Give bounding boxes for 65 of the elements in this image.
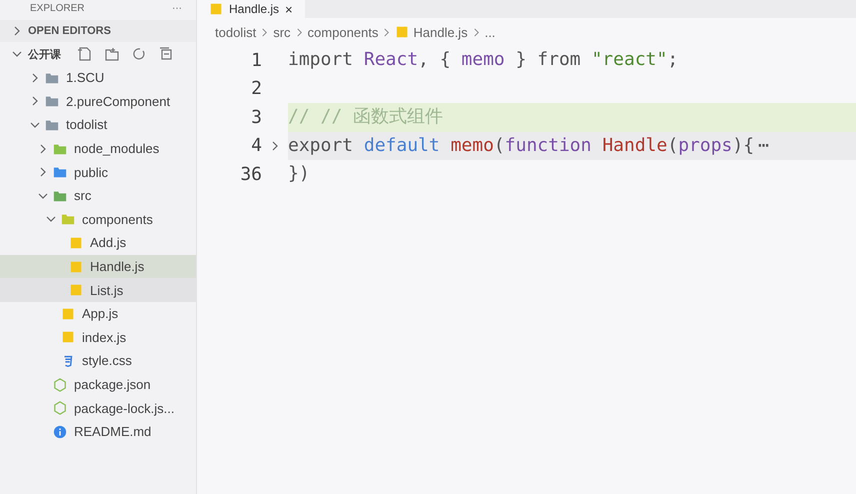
chevron-icon bbox=[38, 144, 48, 154]
new-file-icon[interactable] bbox=[77, 46, 93, 62]
chevron-icon bbox=[382, 28, 392, 36]
collapse-all-icon[interactable] bbox=[158, 46, 174, 62]
tree-item[interactable]: package-lock.js... bbox=[0, 396, 196, 420]
code-line: 36 }) bbox=[239, 162, 311, 187]
folder-icon bbox=[61, 212, 75, 226]
chevron-icon bbox=[38, 190, 48, 201]
tree-item[interactable]: README.md bbox=[0, 420, 196, 444]
chevron-icon bbox=[294, 28, 304, 36]
code-line: 2 bbox=[250, 77, 263, 102]
tree-item[interactable]: public bbox=[0, 160, 196, 184]
javascript-file-icon bbox=[209, 2, 223, 16]
fold-chevron-icon[interactable] bbox=[270, 140, 280, 151]
tree-item[interactable]: Add.js bbox=[0, 231, 196, 255]
hexagon-file-icon bbox=[53, 378, 67, 392]
folder-icon bbox=[45, 118, 59, 132]
tree-item[interactable]: 2.pureComponent bbox=[0, 90, 196, 114]
chevron-icon bbox=[46, 214, 56, 224]
tree-item[interactable]: App.js bbox=[0, 302, 196, 326]
folder-icon bbox=[45, 94, 59, 108]
tree-item[interactable]: List.js bbox=[0, 278, 196, 302]
javascript-file-icon bbox=[395, 25, 410, 39]
tree-item[interactable]: node_modules bbox=[0, 136, 196, 160]
tree-item[interactable]: index.js bbox=[0, 326, 196, 350]
breadcrumb-item[interactable]: src bbox=[273, 24, 291, 40]
javascript-file-icon bbox=[61, 330, 75, 344]
breadcrumb-item[interactable]: Handle.js bbox=[413, 24, 468, 40]
tree-item[interactable]: src bbox=[0, 184, 196, 208]
javascript-file-icon bbox=[69, 260, 83, 274]
refresh-icon[interactable] bbox=[131, 46, 147, 62]
explorer-title: EXPLORER bbox=[30, 2, 84, 14]
close-icon[interactable]: × bbox=[285, 2, 293, 16]
chevron-icon bbox=[30, 72, 40, 83]
breadcrumb-item[interactable]: ... bbox=[484, 24, 496, 40]
more-actions-icon[interactable]: ··· bbox=[172, 2, 182, 14]
tree-item[interactable]: 1.SCU bbox=[0, 66, 196, 90]
new-folder-icon[interactable] bbox=[104, 46, 120, 62]
editor-tab[interactable]: Handle.js × bbox=[197, 0, 305, 18]
folder-icon bbox=[53, 142, 67, 156]
breadcrumb-item[interactable]: todolist bbox=[215, 24, 256, 40]
hexagon-file-icon bbox=[53, 401, 67, 416]
code-line: 1 import React, { memo } from "react"; bbox=[250, 48, 680, 73]
tree-item[interactable]: style.css bbox=[0, 349, 196, 373]
folder-icon bbox=[45, 70, 59, 85]
section-header[interactable]: OPEN EDITORS bbox=[0, 20, 196, 42]
tree-item[interactable]: todolist bbox=[0, 113, 196, 137]
workspace-header[interactable]: 公开课 bbox=[0, 42, 196, 66]
javascript-file-icon bbox=[69, 236, 83, 250]
chevron-icon bbox=[260, 28, 270, 36]
chevron-icon bbox=[472, 28, 481, 36]
info-icon bbox=[53, 424, 67, 439]
tree-item[interactable]: Handle.js bbox=[0, 254, 196, 278]
chevron-icon bbox=[12, 26, 22, 36]
javascript-file-icon bbox=[69, 283, 83, 298]
folder-icon bbox=[53, 165, 67, 180]
tree-item[interactable]: package.json bbox=[0, 372, 196, 396]
chevron-icon bbox=[30, 120, 40, 130]
breadcrumb-item[interactable]: components bbox=[308, 24, 378, 40]
chevron-icon bbox=[12, 49, 22, 59]
chevron-icon bbox=[38, 167, 48, 178]
tree-item[interactable]: components bbox=[0, 208, 196, 232]
chevron-icon bbox=[30, 96, 40, 106]
javascript-file-icon bbox=[61, 306, 75, 321]
folder-icon bbox=[53, 188, 67, 203]
